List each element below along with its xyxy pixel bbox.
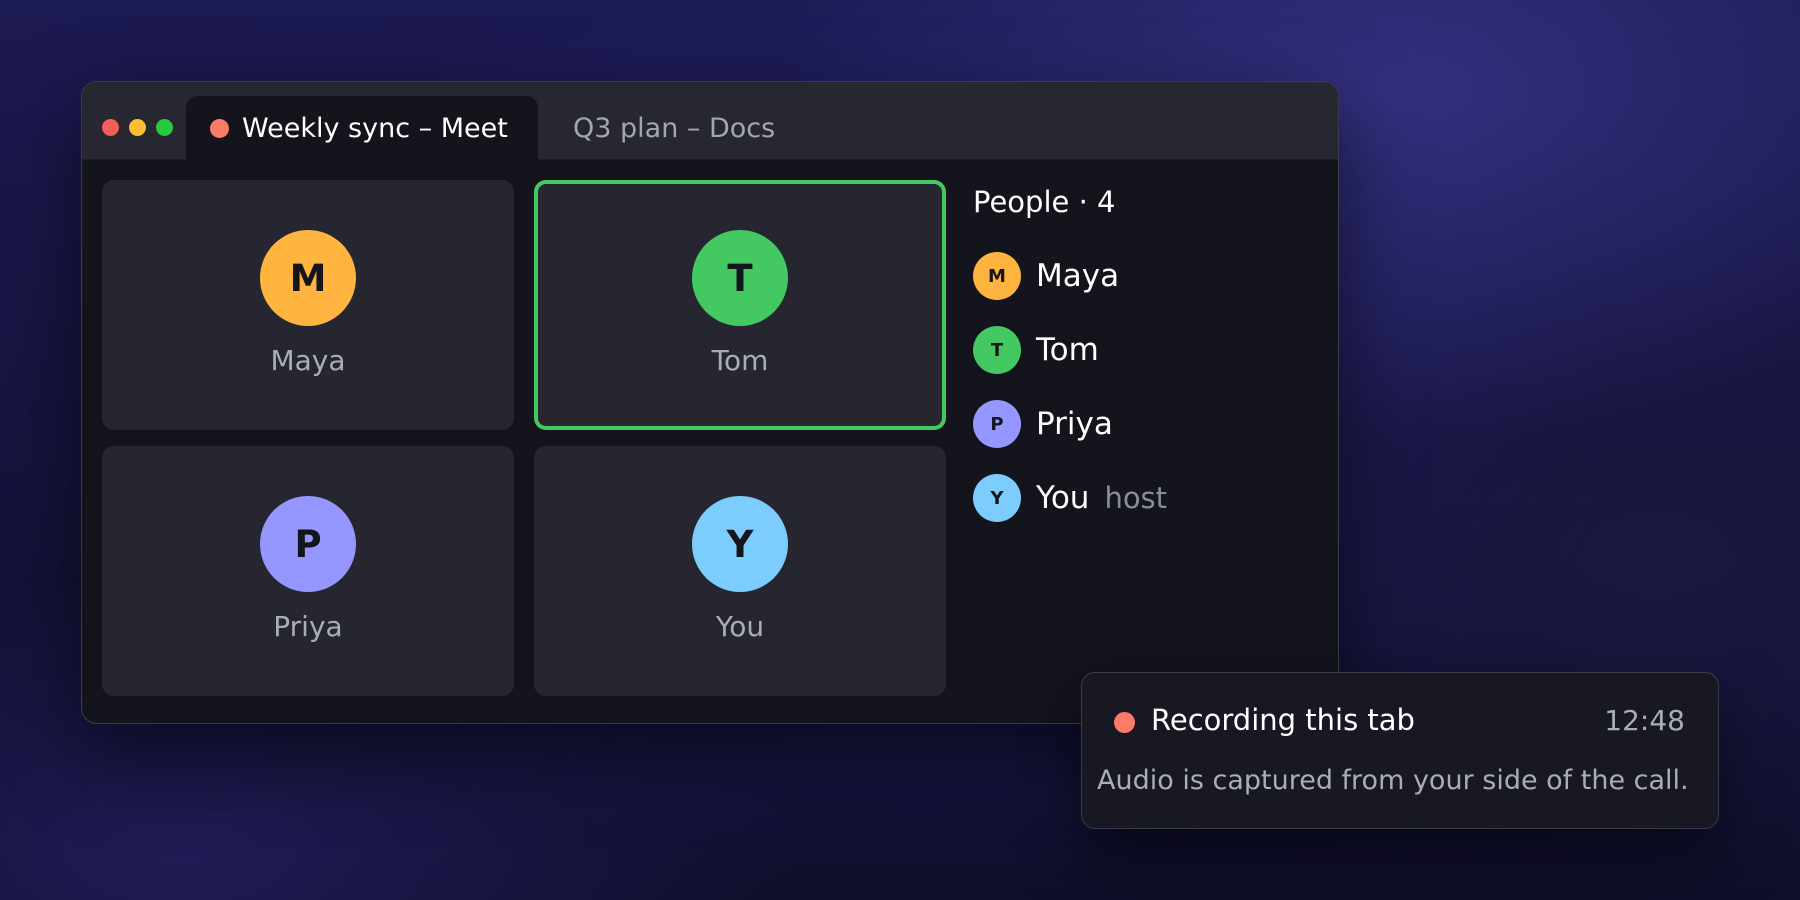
recording-toast: Recording this tab 12:48 Audio is captur… (1081, 672, 1719, 829)
video-tile-tom[interactable]: T Tom (534, 180, 946, 430)
tab-label: Q3 plan – Docs (573, 112, 776, 144)
people-item-you[interactable]: Y You host (973, 474, 1167, 522)
people-item-maya[interactable]: M Maya (973, 252, 1119, 300)
person-name: Priya (1036, 406, 1113, 442)
avatar: P (260, 496, 356, 592)
video-tile-maya[interactable]: M Maya (102, 180, 514, 430)
people-item-tom[interactable]: T Tom (973, 326, 1099, 374)
maximize-icon[interactable] (156, 119, 173, 136)
toast-message: Audio is captured from your side of the … (1097, 765, 1689, 796)
participant-name: Tom (711, 344, 769, 377)
avatar: T (973, 326, 1021, 374)
tab-bar: Weekly sync – Meet Q3 plan – Docs (82, 82, 1338, 160)
window-controls (102, 119, 173, 136)
person-name: Tom (1036, 332, 1099, 368)
video-tile-you[interactable]: Y You (534, 446, 946, 696)
recording-dot-icon (1114, 712, 1135, 733)
tab-q3-plan[interactable]: Q3 plan – Docs (573, 96, 775, 160)
close-icon[interactable] (102, 119, 119, 136)
recording-dot-icon (210, 118, 229, 138)
participant-name: Maya (270, 344, 346, 377)
recording-timer: 12:48 (1604, 704, 1685, 737)
minimize-icon[interactable] (129, 119, 146, 136)
tab-label: Weekly sync – Meet (242, 112, 508, 144)
avatar: Y (973, 474, 1021, 522)
avatar: P (973, 400, 1021, 448)
video-tile-priya[interactable]: P Priya (102, 446, 514, 696)
avatar: Y (692, 496, 788, 592)
people-item-priya[interactable]: P Priya (973, 400, 1113, 448)
avatar: M (260, 230, 356, 326)
participant-name: Priya (273, 610, 343, 643)
people-panel-title: People · 4 (973, 185, 1116, 219)
participant-name: You (715, 610, 765, 643)
toast-title: Recording this tab (1151, 703, 1415, 737)
tab-weekly-sync[interactable]: Weekly sync – Meet (186, 96, 538, 160)
avatar: T (692, 230, 788, 326)
host-label: host (1104, 481, 1168, 515)
person-name: You (1036, 480, 1090, 516)
person-name: Maya (1036, 258, 1120, 294)
browser-window: Weekly sync – Meet Q3 plan – Docs M Maya… (81, 81, 1339, 724)
avatar: M (973, 252, 1021, 300)
